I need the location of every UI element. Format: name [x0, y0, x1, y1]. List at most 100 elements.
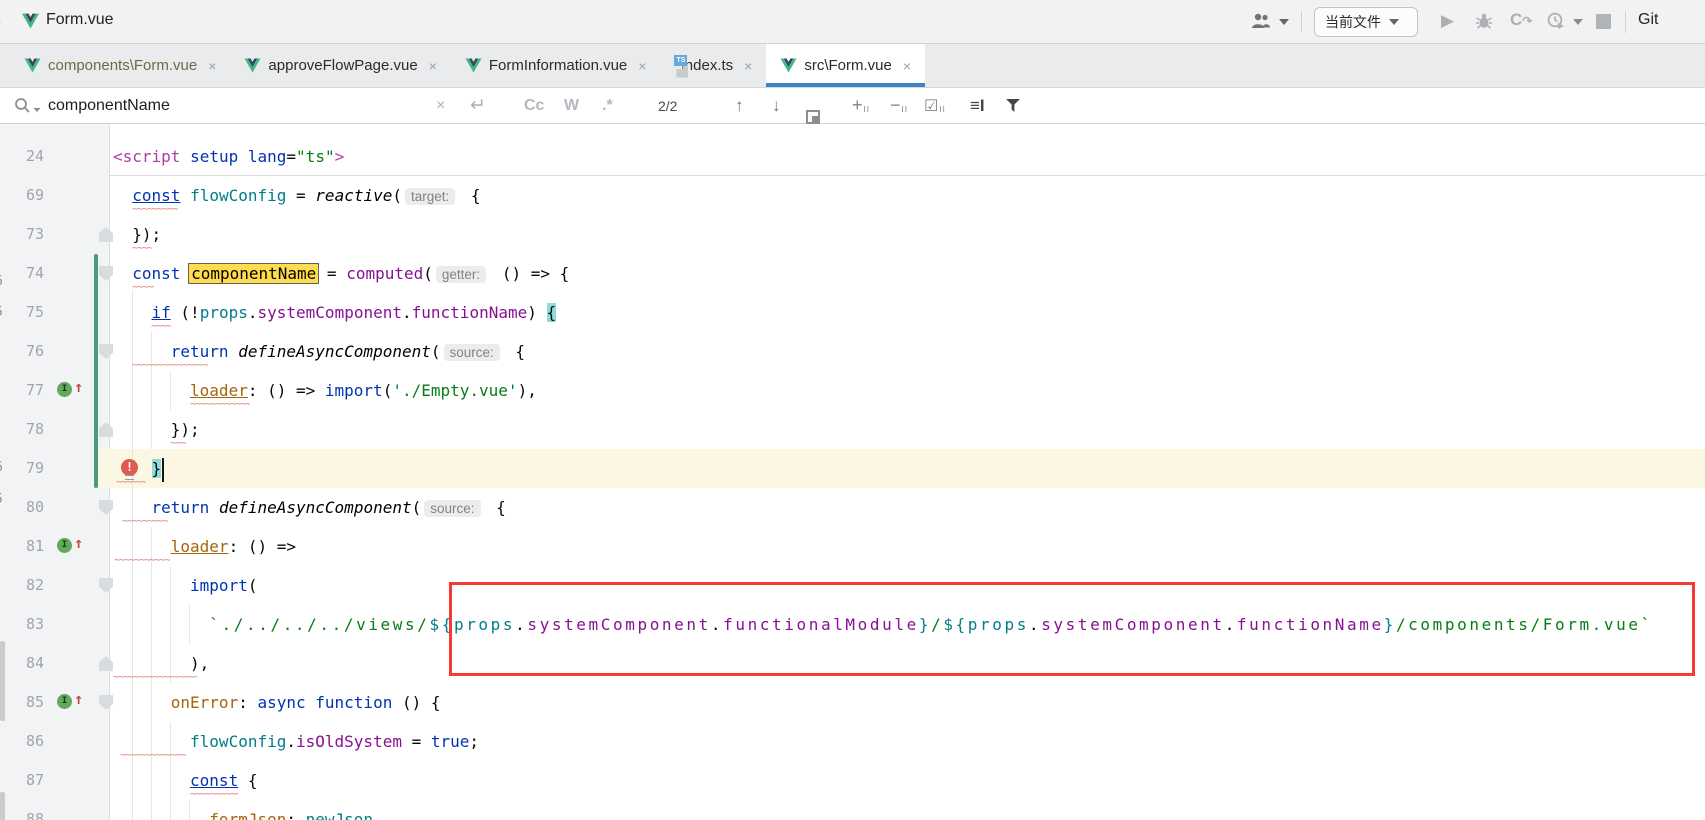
implementation-gutter-icon[interactable]: I — [57, 694, 72, 709]
code-text[interactable]: const componentName = computed(getter: (… — [113, 254, 569, 293]
warning-squiggle: ~~~~~~~~~~~~~~~~~~~~~~~~~~ — [170, 441, 186, 448]
navigate-up-gutter-icon[interactable]: ↑ — [74, 378, 83, 396]
next-occurrence-icon[interactable]: ↓ — [772, 88, 781, 123]
remove-selection-icon[interactable]: −II — [890, 88, 908, 123]
annotation-rectangle — [449, 582, 1695, 676]
code-line-86[interactable]: 86flowConfig.isOldSystem = true; — [0, 722, 1705, 761]
code-line-76[interactable]: 76return defineAsyncComponent(source: { — [0, 332, 1705, 371]
match-case-toggle[interactable]: Cc — [524, 88, 544, 123]
code-text[interactable]: onError: async function () { — [113, 683, 441, 722]
search-dropdown-caret-icon[interactable] — [34, 107, 41, 111]
tab-close-icon[interactable]: × — [744, 58, 752, 74]
code-line-81[interactable]: 81I↑loader: () => — [0, 527, 1705, 566]
code-text[interactable]: }); — [113, 410, 200, 449]
editor-tab-5[interactable]: src\Form.vue× — [766, 44, 925, 87]
code-token: newJson — [306, 810, 373, 820]
code-text[interactable]: import( — [113, 566, 257, 605]
tab-label: index.ts — [681, 57, 733, 74]
code-line-69[interactable]: 69const flowConfig = reactive(target: { — [0, 176, 1705, 215]
code-token: , — [373, 810, 383, 820]
code-text[interactable]: loader: () => import('./Empty.vue'), — [113, 371, 537, 410]
search-input[interactable]: componentName — [48, 88, 170, 123]
debug-icon[interactable] — [1475, 12, 1493, 30]
line-number: 73 — [0, 215, 44, 254]
code-line-73[interactable]: 73}); — [0, 215, 1705, 254]
filter-funnel-icon[interactable] — [1006, 88, 1020, 123]
code-editor[interactable]: 24<script setup lang="ts">69const flowCo… — [0, 124, 1705, 820]
code-token: <script — [113, 147, 180, 166]
previous-occurrence-icon[interactable]: ↑ — [735, 88, 744, 123]
editor-tab-2[interactable]: approveFlowPage.vue× — [230, 44, 450, 87]
code-text[interactable]: return defineAsyncComponent(source: { — [113, 488, 506, 527]
newline-icon[interactable]: ↵ — [470, 88, 486, 123]
code-line-24[interactable]: 24<script setup lang="ts"> — [0, 137, 1705, 176]
code-line-79[interactable]: 79!} — [0, 449, 1705, 488]
code-token: : — [286, 810, 305, 820]
fold-marker-icon[interactable] — [99, 656, 113, 671]
line-number: 88 — [0, 800, 44, 820]
fold-marker-icon[interactable] — [99, 344, 113, 359]
coverage-icon[interactable]: C↷ — [1510, 10, 1532, 30]
warning-squiggle: ~~~~~~~~~~~~~~~~~~~~~~~~~~ — [132, 246, 152, 253]
users-icon[interactable] — [1250, 12, 1272, 30]
git-widget[interactable]: Git — [1638, 11, 1658, 29]
code-line-80[interactable]: 80return defineAsyncComponent(source: { — [0, 488, 1705, 527]
code-token: { — [547, 303, 557, 322]
code-token: functionName — [412, 303, 528, 322]
regex-toggle[interactable]: .* — [602, 88, 613, 123]
search-icon[interactable] — [14, 88, 42, 123]
code-line-87[interactable]: 87const { — [0, 761, 1705, 800]
fold-marker-icon[interactable] — [99, 227, 113, 242]
clipped-edge-digit: 6 — [0, 460, 7, 475]
code-line-77[interactable]: 77 I↑ loader: () => import('./Empty.vue'), — [0, 371, 1705, 410]
code-line-88[interactable]: 88 formJson: newJson, — [0, 800, 1705, 820]
tab-close-icon[interactable]: × — [638, 58, 646, 74]
fold-marker-icon[interactable] — [99, 578, 113, 593]
code-text[interactable]: if (!props.systemComponent.functionName)… — [113, 293, 556, 332]
clear-search-icon[interactable]: × — [436, 88, 445, 123]
profiler-dropdown-caret-icon[interactable] — [1573, 19, 1583, 25]
profiler-icon[interactable] — [1547, 12, 1565, 30]
users-dropdown-caret-icon[interactable] — [1279, 19, 1289, 25]
clipped-edge-digit: 6 — [0, 274, 7, 289]
code-token: = — [317, 264, 346, 283]
line-number: 78 — [0, 410, 44, 449]
code-token: defineAsyncComponent — [219, 498, 412, 517]
tab-close-icon[interactable]: × — [903, 58, 911, 74]
implementation-gutter-icon[interactable]: I — [57, 382, 72, 397]
stop-icon[interactable] — [1596, 14, 1611, 29]
navigate-up-gutter-icon[interactable]: ↑ — [74, 690, 83, 708]
code-text[interactable]: formJson: newJson, — [113, 800, 383, 820]
fold-marker-icon[interactable] — [99, 422, 113, 437]
fold-marker-icon[interactable] — [99, 500, 113, 515]
code-line-85[interactable]: 85I↑onError: async function () { — [0, 683, 1705, 722]
fold-marker-icon[interactable] — [99, 266, 113, 281]
line-number: 86 — [0, 722, 44, 761]
code-line-74[interactable]: 74const componentName = computed(getter:… — [0, 254, 1705, 293]
editor-tab-3[interactable]: FormInformation.vue× — [451, 44, 661, 87]
tab-close-icon[interactable]: × — [429, 58, 437, 74]
warning-squiggle: ~~~~~~~~~~~~~~~~~~~~~~~~~~ — [151, 324, 171, 331]
tab-close-icon[interactable]: × — [208, 58, 216, 74]
run-icon[interactable]: ▶ — [1441, 11, 1454, 31]
select-all-occurrences-icon[interactable]: ☑II — [924, 88, 946, 123]
code-line-75[interactable]: 75if (!props.systemComponent.functionNam… — [0, 293, 1705, 332]
whole-words-toggle[interactable]: W — [564, 88, 579, 123]
navigate-up-gutter-icon[interactable]: ↑ — [74, 534, 83, 552]
editor-tab-4[interactable]: TSindex.ts× — [660, 44, 766, 87]
warning-squiggle: ~~~~~~~~~~~~~~~~~~~~~~~~~~ — [122, 519, 168, 526]
add-selection-icon[interactable]: +II — [852, 88, 870, 123]
implementation-gutter-icon[interactable]: I — [57, 538, 72, 553]
window-title: Form.vue — [46, 11, 114, 29]
code-token: onError — [171, 693, 238, 712]
fold-marker-icon[interactable] — [99, 695, 113, 710]
clipped-edge-digit: 5 — [0, 492, 7, 507]
run-config-selector[interactable]: 当前文件 — [1314, 7, 1418, 37]
warning-squiggle: ~~~~~~~~~~~~~~~~~~~~~~~~~~ — [114, 558, 170, 565]
editor-tab-1[interactable]: components\Form.vue× — [10, 44, 230, 87]
filter-search-results-icon[interactable]: ≡I — [970, 88, 985, 123]
code-text[interactable]: <script setup lang="ts"> — [113, 137, 344, 176]
code-line-78[interactable]: 78}); — [0, 410, 1705, 449]
line-number: 77 — [0, 371, 44, 410]
code-token: loader — [190, 381, 248, 400]
